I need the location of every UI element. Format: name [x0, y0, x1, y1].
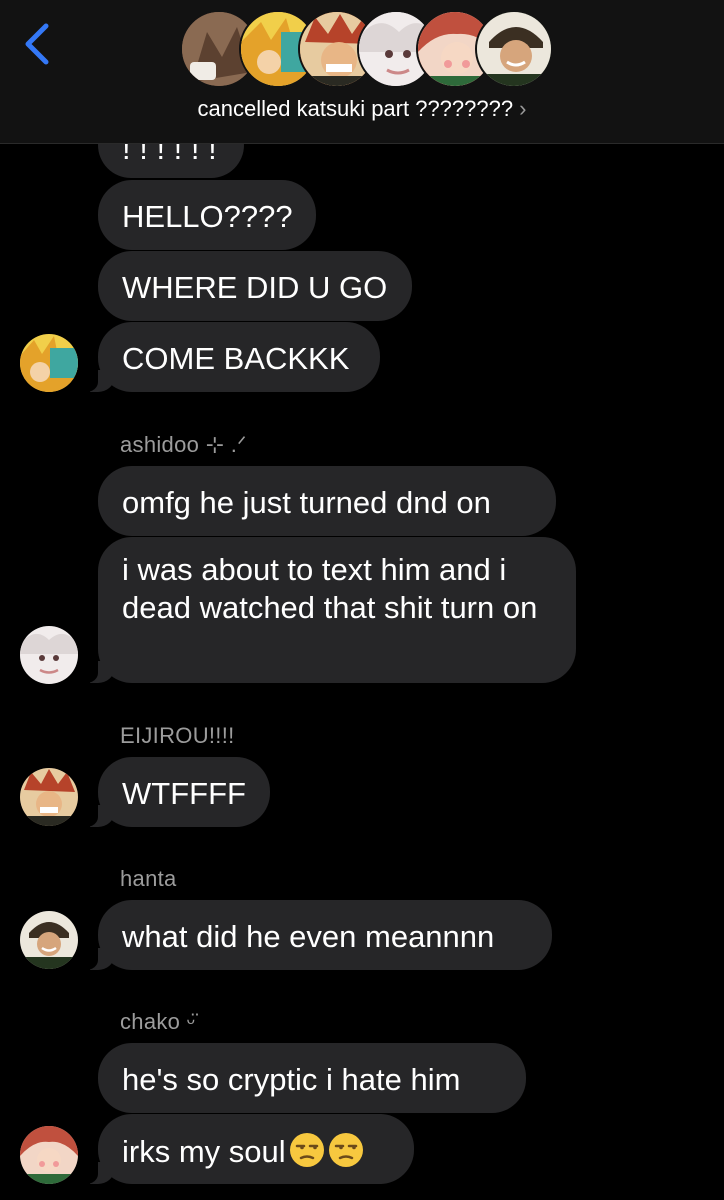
message-bubble[interactable]: i was about to text him and i dead watch…	[76, 537, 576, 683]
sender-name: EIJIROU!!!!	[120, 723, 235, 748]
message-text: he's so cryptic i hate him	[122, 1062, 461, 1097]
chat-title-text: cancelled katsuki part ????????	[197, 96, 514, 121]
message-text: what did he even meannnn	[122, 919, 495, 954]
message-bubble[interactable]: omfg he just turned dnd on	[98, 466, 556, 536]
sender-name: ashidoo ⊹ .ᐟ	[120, 432, 247, 457]
back-button[interactable]	[20, 22, 56, 66]
unamused-face-icon	[328, 1133, 363, 1167]
message-bubble[interactable]: COME BACKKK	[76, 322, 380, 392]
sender-name: hanta	[120, 866, 177, 891]
message-bubble[interactable]: WTFFFF	[76, 757, 270, 827]
unamused-face-icon	[289, 1133, 324, 1167]
message-text: i was about to text him and i dead watch…	[122, 552, 538, 625]
message-text: irks my soul	[122, 1134, 286, 1169]
message-text: COME BACKKK	[122, 341, 350, 376]
group-avatars[interactable]	[180, 10, 553, 90]
message-bubble[interactable]: HELLO????	[98, 180, 316, 250]
message-text: omfg he just turned dnd on	[122, 485, 491, 520]
chevron-left-icon	[25, 23, 49, 65]
sender-name: chako ᵕ̈	[120, 1009, 196, 1034]
message-text: WHERE DID U GO	[122, 270, 388, 305]
sender-avatar[interactable]	[20, 334, 78, 392]
message-bubble[interactable]: irks my soul	[76, 1114, 414, 1184]
chat-header: cancelled katsuki part ???????? ›	[0, 0, 724, 144]
message-bubble[interactable]: what did he even meannnn	[76, 900, 552, 970]
member-avatar	[475, 10, 553, 88]
message-bubble[interactable]: WHERE DID U GO	[98, 251, 412, 321]
message-text: HELLO????	[122, 199, 293, 234]
sender-avatar[interactable]	[20, 626, 78, 684]
sender-avatar[interactable]	[20, 1126, 78, 1184]
message-text: WTFFFF	[122, 776, 246, 811]
chat-title[interactable]: cancelled katsuki part ???????? ›	[0, 96, 724, 122]
sender-avatar[interactable]	[20, 768, 78, 826]
chevron-right-icon: ›	[519, 96, 527, 121]
message-bubble[interactable]: he's so cryptic i hate him	[98, 1043, 526, 1113]
sender-avatar[interactable]	[20, 911, 78, 969]
